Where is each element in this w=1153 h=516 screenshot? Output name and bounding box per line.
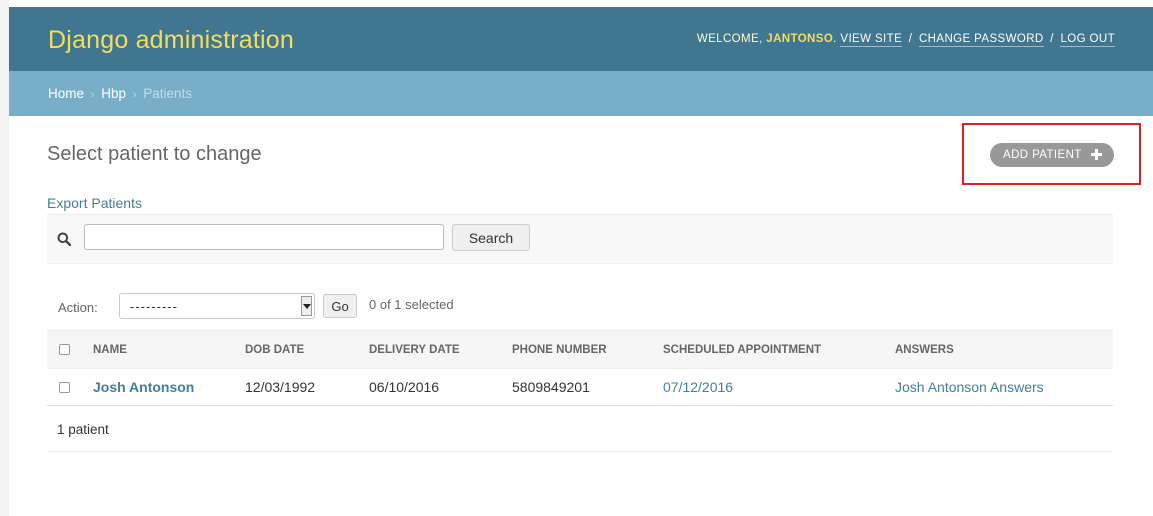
search-icon xyxy=(57,232,71,246)
answers-link[interactable]: Josh Antonson Answers xyxy=(895,379,1044,395)
separator: / xyxy=(1050,33,1054,45)
breadcrumb-app[interactable]: Hbp xyxy=(101,86,126,101)
results-table: Name DOB date Delivery date Phone number… xyxy=(47,330,1113,406)
change-password-link[interactable]: Change password xyxy=(918,33,1044,47)
export-patients-link[interactable]: Export Patients xyxy=(47,195,142,211)
column-header-answers[interactable]: Answers xyxy=(895,331,954,368)
separator: / xyxy=(908,33,913,45)
appointment-link[interactable]: 07/12/2016 xyxy=(663,379,733,395)
search-button[interactable]: Search xyxy=(452,224,530,251)
action-selected-value: --------- xyxy=(130,299,178,314)
dob-cell: 12/03/1992 xyxy=(245,379,316,395)
username: jantonso xyxy=(766,33,834,45)
table-header: Name DOB date Delivery date Phone number… xyxy=(47,330,1113,369)
add-patient-button[interactable]: Add patient xyxy=(990,143,1114,167)
left-edge xyxy=(0,0,9,516)
breadcrumb-current: Patients xyxy=(143,86,192,101)
chevron-down-icon xyxy=(301,296,312,316)
breadcrumb-separator: › xyxy=(132,89,137,101)
actions-bar: Action: --------- Go 0 of 1 selected xyxy=(47,290,1113,320)
paginator: 1 patient xyxy=(47,405,1113,452)
welcome-suffix: . xyxy=(833,33,837,45)
action-label: Action: xyxy=(58,300,98,315)
admin-page: Django administration Welcome, jantonso.… xyxy=(0,0,1153,516)
view-site-link[interactable]: View site xyxy=(840,33,903,47)
column-header-delivery[interactable]: Delivery date xyxy=(369,331,460,368)
search-toolbar: Search xyxy=(47,214,1113,264)
row-checkbox[interactable] xyxy=(59,382,70,393)
breadcrumb-separator: › xyxy=(90,89,95,101)
table-row: Josh Antonson 12/03/1992 06/10/2016 5809… xyxy=(47,369,1113,406)
user-tools: Welcome, jantonso. View site / Change pa… xyxy=(696,33,1115,47)
breadcrumb: Home › Hbp › Patients xyxy=(9,71,1153,116)
delivery-cell: 06/10/2016 xyxy=(369,379,440,395)
phone-cell: 5809849201 xyxy=(512,379,590,395)
add-patient-label: Add patient xyxy=(1003,149,1082,161)
selected-counter: 0 of 1 selected xyxy=(369,297,454,312)
column-header-dob[interactable]: DOB date xyxy=(245,331,304,368)
welcome-text: Welcome, xyxy=(696,33,763,45)
column-header-appointment[interactable]: Scheduled appointment xyxy=(663,331,821,368)
column-header-name[interactable]: Name xyxy=(93,331,127,368)
site-brand[interactable]: Django administration xyxy=(48,26,294,55)
plus-icon xyxy=(1091,149,1102,160)
page-title: Select patient to change xyxy=(47,143,262,165)
log-out-link[interactable]: Log out xyxy=(1060,33,1115,47)
breadcrumb-home[interactable]: Home xyxy=(48,86,84,101)
select-all-checkbox[interactable] xyxy=(59,344,70,355)
patient-name-link[interactable]: Josh Antonson xyxy=(93,379,194,395)
column-header-phone[interactable]: Phone number xyxy=(512,331,607,368)
action-select[interactable]: --------- xyxy=(119,293,315,319)
go-button[interactable]: Go xyxy=(323,294,357,318)
header: Django administration Welcome, jantonso.… xyxy=(9,7,1153,71)
result-count: 1 patient xyxy=(57,422,109,437)
search-input[interactable] xyxy=(84,224,444,250)
